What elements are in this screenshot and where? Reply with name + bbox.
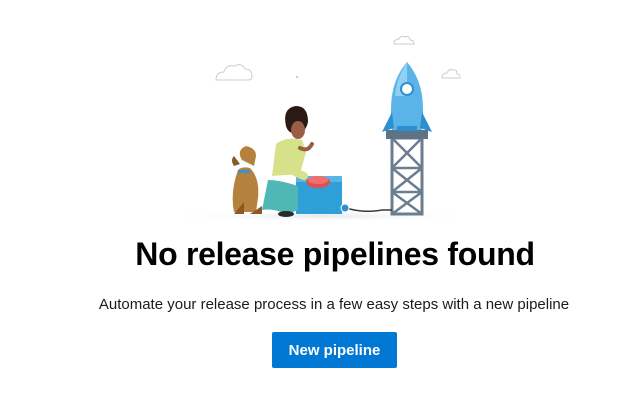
new-pipeline-button[interactable]: New pipeline bbox=[272, 332, 397, 368]
empty-state-title: No release pipelines found bbox=[135, 236, 535, 272]
cloud-left bbox=[215, 64, 253, 81]
rocket-tower bbox=[386, 130, 428, 216]
dog bbox=[232, 146, 262, 214]
cloud-right bbox=[441, 68, 461, 79]
rocket bbox=[382, 62, 432, 132]
empty-state-description: Automate your release process in a few e… bbox=[98, 296, 570, 313]
cloud-top bbox=[393, 35, 415, 45]
empty-state-page: No release pipelines found Automate your… bbox=[0, 0, 624, 414]
rocket-launch-illustration bbox=[150, 20, 490, 220]
launch-box bbox=[296, 176, 350, 214]
